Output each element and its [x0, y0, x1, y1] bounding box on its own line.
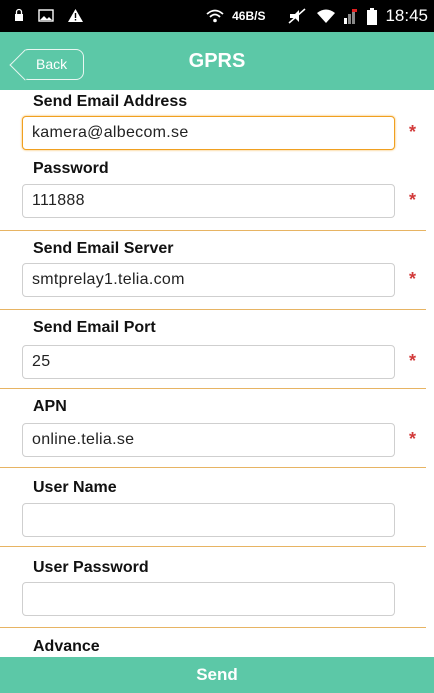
battery-icon: [367, 7, 378, 25]
send-email-address-field[interactable]: kamera@albecom.se: [22, 116, 395, 150]
send-email-server-field[interactable]: smtprelay1.telia.com: [22, 263, 395, 297]
send-button[interactable]: Send: [0, 657, 434, 693]
mute-icon: [288, 8, 306, 24]
lock-icon: [15, 8, 23, 21]
required-marker: *: [409, 190, 417, 210]
send-email-port-field[interactable]: 25: [22, 345, 395, 379]
user-password-field[interactable]: [22, 582, 395, 616]
password-field[interactable]: 111888: [22, 184, 395, 218]
divider: [0, 388, 426, 389]
divider: [0, 309, 426, 310]
image-icon: [38, 8, 54, 22]
apn-field[interactable]: online.telia.se: [22, 423, 395, 457]
divider: [0, 627, 426, 628]
wifi-icon: [206, 9, 224, 23]
advance-section-toggle[interactable]: Advance: [33, 638, 100, 656]
app-header: Back GPRS: [0, 32, 434, 90]
back-button-label: Back: [36, 56, 68, 72]
divider: [0, 230, 426, 231]
send-email-address-label: Send Email Address: [33, 93, 188, 110]
user-name-field[interactable]: [22, 503, 395, 537]
user-name-label: User Name: [33, 479, 117, 496]
required-marker: *: [409, 351, 417, 371]
required-marker: *: [409, 122, 417, 142]
divider: [0, 467, 426, 468]
apn-label: APN: [33, 398, 67, 415]
password-label: Password: [33, 160, 109, 177]
divider: [0, 546, 426, 547]
back-button[interactable]: Back: [22, 49, 84, 80]
send-email-port-label: Send Email Port: [33, 319, 156, 336]
clock: 18:45: [385, 6, 428, 25]
wifi-signal-icon: [317, 9, 336, 23]
required-marker: *: [409, 429, 417, 449]
network-speed: 46B/S: [232, 9, 266, 23]
warning-icon: [68, 8, 83, 22]
cell-signal-icon: [344, 9, 358, 24]
user-password-label: User Password: [33, 559, 149, 576]
status-bar: 46B/S 18:45: [0, 0, 434, 32]
send-email-server-label: Send Email Server: [33, 240, 174, 257]
required-marker: *: [409, 269, 417, 289]
